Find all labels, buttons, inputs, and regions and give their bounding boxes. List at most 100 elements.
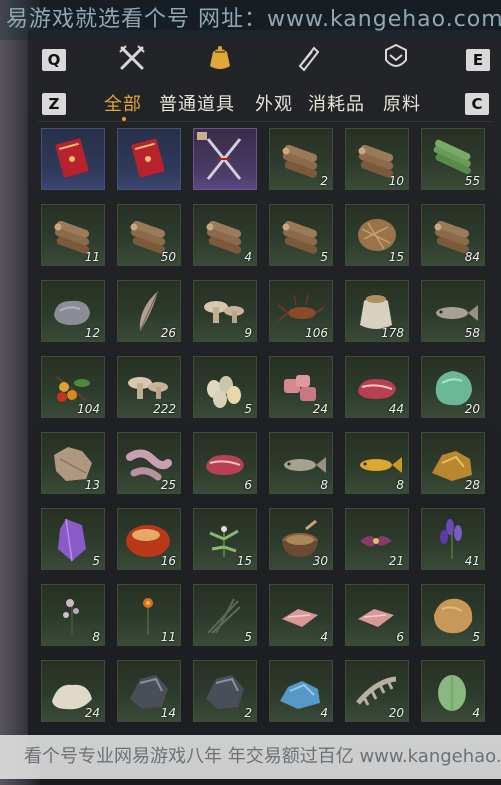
inventory-slot[interactable]: 50 xyxy=(117,204,181,266)
inventory-slot[interactable]: 44 xyxy=(345,356,409,418)
item-quantity: 6 xyxy=(244,478,252,492)
inventory-slot[interactable]: 5 xyxy=(421,584,485,646)
inventory-slot[interactable] xyxy=(41,128,105,190)
inventory-slot[interactable]: 4 xyxy=(421,660,485,722)
crossed-swords-icon[interactable] xyxy=(116,42,148,74)
inventory-slot[interactable]: 5 xyxy=(41,508,105,570)
item-quantity: 55 xyxy=(464,174,480,188)
inventory-slot[interactable]: 58 xyxy=(421,280,485,342)
inventory-slot[interactable]: 20 xyxy=(421,356,485,418)
item-quantity: 15 xyxy=(388,250,404,264)
item-quantity: 12 xyxy=(84,326,100,340)
next-tab-key[interactable]: E xyxy=(466,49,490,71)
inventory-slot[interactable]: 4 xyxy=(269,660,333,722)
item-quantity: 26 xyxy=(160,326,176,340)
watermark-banner: 易游戏就选看个号 网址：www.kangehao.com xyxy=(0,0,501,40)
category-appearance[interactable]: 外观 xyxy=(255,90,293,116)
inventory-slot[interactable]: 28 xyxy=(421,432,485,494)
inventory-slot[interactable] xyxy=(117,128,181,190)
item-quantity: 5 xyxy=(244,402,252,416)
item-quantity: 106 xyxy=(305,326,328,340)
item-quantity: 58 xyxy=(464,326,480,340)
inventory-slot[interactable]: 5 xyxy=(193,584,257,646)
item-quantity: 4 xyxy=(244,250,252,264)
item-quantity: 8 xyxy=(320,478,328,492)
inventory-slot[interactable]: 24 xyxy=(269,356,333,418)
inventory-slot[interactable]: 16 xyxy=(117,508,181,570)
inventory-slot[interactable]: 178 xyxy=(345,280,409,342)
inventory-slot[interactable]: 2 xyxy=(269,128,333,190)
item-quantity: 28 xyxy=(464,478,480,492)
inventory-slot[interactable]: 4 xyxy=(269,584,333,646)
item-quantity: 8 xyxy=(92,630,100,644)
inventory-slot[interactable]: 5 xyxy=(269,204,333,266)
item-quantity: 30 xyxy=(312,554,328,568)
inventory-slot[interactable]: 15 xyxy=(193,508,257,570)
inventory-slot[interactable]: 10 xyxy=(345,128,409,190)
inventory-slot[interactable]: 14 xyxy=(117,660,181,722)
item-quantity: 25 xyxy=(160,478,176,492)
inventory-slot[interactable] xyxy=(193,128,257,190)
item-quantity: 5 xyxy=(320,250,328,264)
inventory-slot[interactable]: 55 xyxy=(421,128,485,190)
inventory-slot[interactable]: 30 xyxy=(269,508,333,570)
inventory-slot[interactable]: 8 xyxy=(41,584,105,646)
next-category-key[interactable]: C xyxy=(465,93,489,115)
inventory-slot[interactable]: 8 xyxy=(345,432,409,494)
item-quantity: 11 xyxy=(160,630,176,644)
inventory-slot[interactable]: 9 xyxy=(193,280,257,342)
inventory-slot[interactable]: 13 xyxy=(41,432,105,494)
inventory-slot[interactable]: 24 xyxy=(41,660,105,722)
item-quantity: 16 xyxy=(160,554,176,568)
scroll-icon[interactable] xyxy=(292,42,324,74)
item-quantity: 4 xyxy=(320,706,328,720)
inventory-slot[interactable]: 106 xyxy=(269,280,333,342)
inventory-slot[interactable]: 11 xyxy=(41,204,105,266)
inventory-slot[interactable]: 6 xyxy=(345,584,409,646)
item-quantity: 84 xyxy=(464,250,480,264)
inventory-slot[interactable]: 4 xyxy=(193,204,257,266)
category-materials[interactable]: 原料 xyxy=(383,90,421,116)
shield-badge-icon[interactable] xyxy=(380,42,412,74)
category-filter-bar: Z 全部 普通道具 外观 消耗品 原料 C xyxy=(38,90,493,121)
item-quantity: 20 xyxy=(464,402,480,416)
item-quantity: 14 xyxy=(160,706,176,720)
inventory-slot[interactable]: 26 xyxy=(117,280,181,342)
item-quantity: 21 xyxy=(388,554,404,568)
inventory-slot[interactable]: 41 xyxy=(421,508,485,570)
inventory-slot[interactable]: 222 xyxy=(117,356,181,418)
item-quantity: 24 xyxy=(84,706,100,720)
item-quantity: 104 xyxy=(77,402,100,416)
prev-tab-key[interactable]: Q xyxy=(42,49,66,71)
inventory-slot[interactable]: 5 xyxy=(193,356,257,418)
item-quantity: 11 xyxy=(84,250,100,264)
item-quantity: 4 xyxy=(472,706,480,720)
inventory-slot[interactable]: 20 xyxy=(345,660,409,722)
divider xyxy=(38,121,493,122)
item-quantity: 13 xyxy=(84,478,100,492)
inventory-slot[interactable]: 21 xyxy=(345,508,409,570)
item-quantity: 6 xyxy=(396,630,404,644)
item-quantity: 2 xyxy=(244,706,252,720)
item-quantity: 178 xyxy=(381,326,404,340)
category-consumables[interactable]: 消耗品 xyxy=(308,90,365,116)
inventory-slot[interactable]: 2 xyxy=(193,660,257,722)
item-quantity: 5 xyxy=(92,554,100,568)
item-quantity: 5 xyxy=(472,630,480,644)
inventory-slot[interactable]: 12 xyxy=(41,280,105,342)
category-all[interactable]: 全部 xyxy=(104,90,142,116)
inventory-slot[interactable]: 104 xyxy=(41,356,105,418)
category-common-items[interactable]: 普通道具 xyxy=(159,90,235,116)
inventory-slot[interactable]: 15 xyxy=(345,204,409,266)
inventory-slot[interactable]: 25 xyxy=(117,432,181,494)
inventory-slot[interactable]: 84 xyxy=(421,204,485,266)
item-quantity: 41 xyxy=(464,554,480,568)
pouch-icon[interactable] xyxy=(204,42,236,74)
item-quantity: 9 xyxy=(244,326,252,340)
prev-category-key[interactable]: Z xyxy=(42,93,66,115)
item-quantity: 10 xyxy=(388,174,404,188)
inventory-slot[interactable]: 6 xyxy=(193,432,257,494)
top-tab-bar: Q E xyxy=(38,42,493,78)
inventory-slot[interactable]: 11 xyxy=(117,584,181,646)
inventory-slot[interactable]: 8 xyxy=(269,432,333,494)
